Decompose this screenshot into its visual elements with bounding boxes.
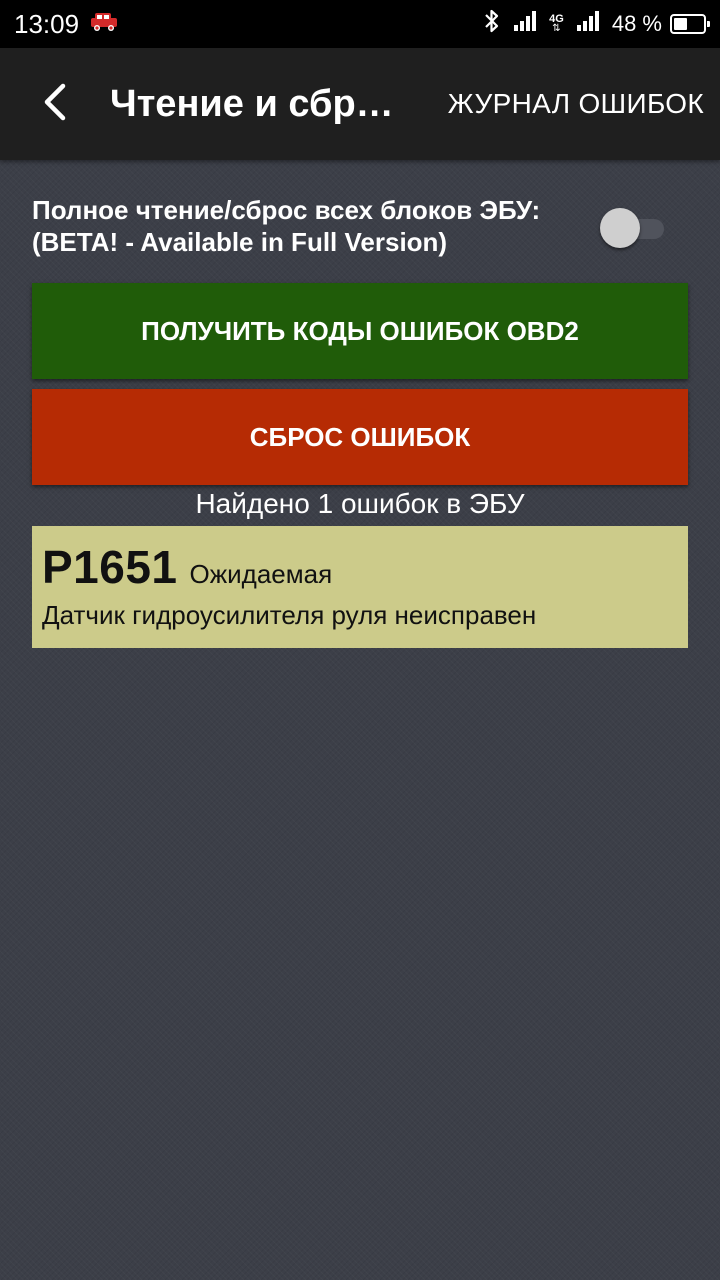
status-left: 13:09: [14, 9, 119, 40]
error-code: P1651: [42, 541, 178, 593]
errors-found-text: Найдено 1 ошибок в ЭБУ: [195, 488, 525, 519]
reset-errors-button[interactable]: СБРОС ОШИБОК: [32, 389, 688, 485]
car-icon: [89, 12, 119, 37]
status-bar: 13:09 4G ⇅ 48 %: [0, 0, 720, 48]
signal-icon-2: [576, 10, 600, 38]
status-time: 13:09: [14, 8, 80, 39]
error-journal-button[interactable]: ЖУРНАЛ ОШИБОК: [448, 88, 704, 120]
signal-icon: [513, 10, 537, 38]
error-card-header: P1651 Ожидаемая: [42, 540, 678, 594]
get-codes-button[interactable]: ПОЛУЧИТЬ КОДЫ ОШИБОК OBD2: [32, 283, 688, 379]
full-read-row: Полное чтение/сброс всех блоков ЭБУ: (BE…: [32, 194, 688, 258]
battery-percent: 48 %: [611, 11, 662, 36]
full-read-toggle[interactable]: [600, 208, 668, 248]
battery-icon: [670, 14, 710, 34]
toggle-thumb: [600, 208, 640, 248]
battery-indicator: 48 %: [611, 11, 710, 37]
bluetooth-icon: [483, 8, 501, 40]
error-description: Датчик гидроусилителя руля неисправен: [42, 600, 537, 630]
error-status: Ожидаемая: [189, 559, 333, 589]
page-title: Чтение и сбр…: [110, 82, 394, 125]
battery-fill: [674, 18, 688, 30]
full-read-label: Полное чтение/сброс всех блоков ЭБУ: (BE…: [32, 194, 540, 258]
status-right: 4G ⇅ 48 %: [483, 8, 710, 40]
app-bar: Чтение и сбр… ЖУРНАЛ ОШИБОК: [0, 48, 720, 160]
chevron-left-icon: [41, 82, 69, 127]
error-card[interactable]: P1651 Ожидаемая Датчик гидроусилителя ру…: [32, 526, 688, 648]
data-arrows-icon: ⇅: [552, 23, 561, 34]
full-read-label-line1: Полное чтение/сброс всех блоков ЭБУ:: [32, 195, 541, 225]
back-button[interactable]: [0, 48, 110, 160]
full-read-label-line2: (BETA! - Available in Full Version): [32, 227, 448, 257]
network-type-icon: 4G ⇅: [549, 14, 564, 34]
